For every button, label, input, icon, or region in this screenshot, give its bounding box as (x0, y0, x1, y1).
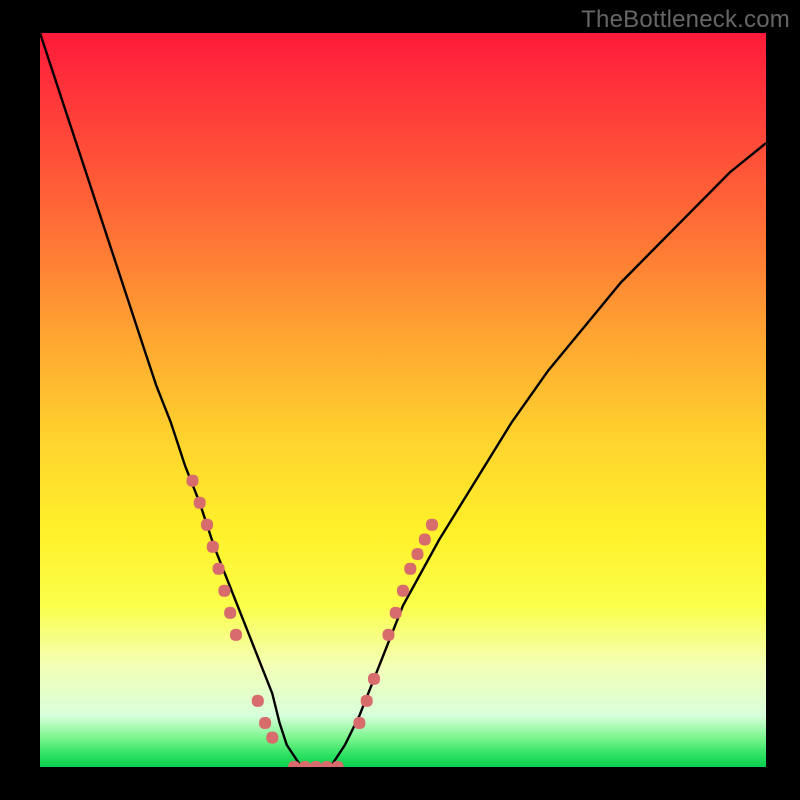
curve-layer (40, 33, 766, 767)
highlight-markers (187, 475, 439, 767)
marker-dot (321, 761, 333, 767)
marker-dot (194, 497, 206, 509)
marker-dot (259, 717, 271, 729)
marker-dot (419, 534, 431, 546)
watermark-label: TheBottleneck.com (581, 6, 790, 34)
marker-dot (266, 732, 278, 744)
marker-dot (412, 548, 424, 560)
curve-path (40, 33, 766, 767)
marker-dot (224, 607, 236, 619)
plot-area (40, 33, 766, 767)
marker-dot (252, 695, 264, 707)
marker-dot (390, 607, 402, 619)
marker-dot (310, 761, 322, 767)
marker-dot (368, 673, 380, 685)
marker-dot (361, 695, 373, 707)
marker-dot (230, 629, 242, 641)
marker-dot (404, 563, 416, 575)
marker-dot (353, 717, 365, 729)
bottleneck-curve (40, 33, 766, 767)
marker-dot (218, 585, 230, 597)
marker-dot (201, 519, 213, 531)
marker-dot (397, 585, 409, 597)
marker-dot (383, 629, 395, 641)
marker-dot (207, 541, 219, 553)
marker-dot (213, 563, 225, 575)
marker-dot (426, 519, 438, 531)
marker-dot (187, 475, 199, 487)
chart-frame: TheBottleneck.com (0, 0, 800, 800)
marker-dot (299, 761, 311, 767)
